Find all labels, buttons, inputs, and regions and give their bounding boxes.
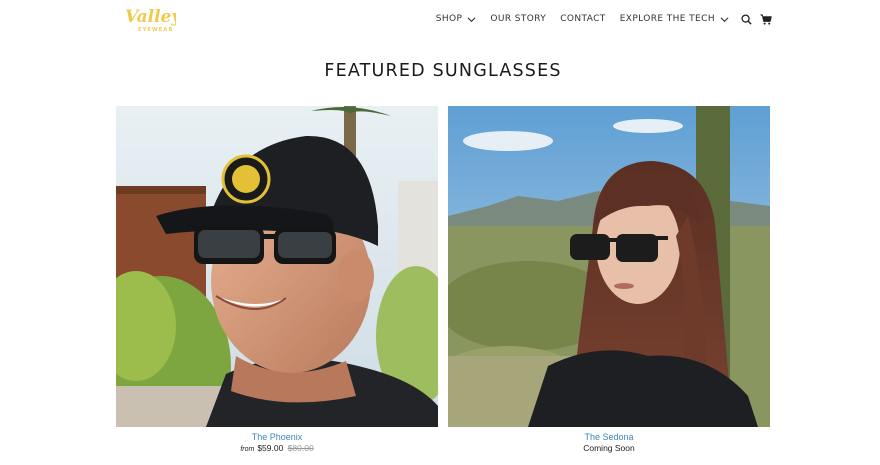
svg-text:EYEWEAR: EYEWEAR <box>138 27 174 33</box>
chevron-down-icon <box>720 16 729 22</box>
nav-explore-the-tech[interactable]: EXPLORE THE TECH <box>620 14 729 24</box>
price-prefix: from <box>240 446 255 453</box>
search-icon[interactable] <box>741 13 752 25</box>
svg-text:Valley: Valley <box>125 7 176 27</box>
product-card: The Phoenix from $59.00 $80.00 <box>116 106 438 453</box>
product-status: Coming Soon <box>583 443 635 453</box>
sale-price: $59.00 <box>257 443 284 453</box>
chevron-down-icon <box>467 16 476 22</box>
main-nav: SHOP OUR STORY CONTACT EXPLORE THE TECH <box>436 11 772 27</box>
product-price: from $59.00 $80.00 <box>116 443 438 453</box>
nav-shop[interactable]: SHOP <box>436 14 477 24</box>
nav-our-story[interactable]: OUR STORY <box>490 14 546 24</box>
section-title: FEATURED SUNGLASSES <box>324 61 562 81</box>
brand-logo[interactable]: Valley EYEWEAR <box>124 4 176 34</box>
product-card: The Sedona Coming Soon <box>448 106 770 453</box>
nav-contact-label: CONTACT <box>560 14 606 24</box>
nav-explore-label: EXPLORE THE TECH <box>619 14 715 24</box>
nav-shop-label: SHOP <box>435 14 463 24</box>
cart-icon[interactable] <box>760 13 772 25</box>
site-header: Valley EYEWEAR SHOP OUR STORY CONTACT EX… <box>0 0 880 42</box>
nav-contact[interactable]: CONTACT <box>560 14 605 24</box>
product-image[interactable] <box>116 106 438 427</box>
compare-price: $80.00 <box>287 443 314 453</box>
product-name[interactable]: The Sedona <box>448 432 770 442</box>
product-image[interactable] <box>448 106 770 427</box>
product-name[interactable]: The Phoenix <box>116 432 438 442</box>
nav-our-story-label: OUR STORY <box>490 14 547 24</box>
